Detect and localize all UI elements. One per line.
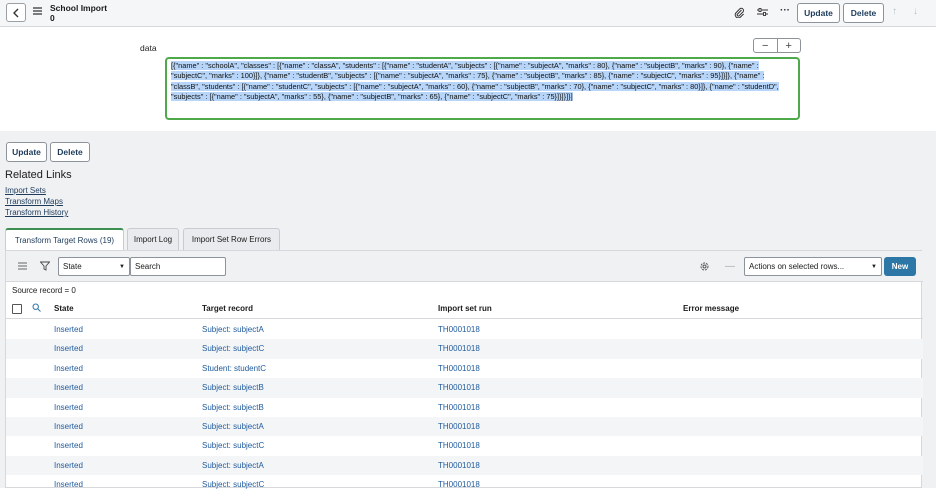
cell-target-record[interactable]: Subject: subjectC — [202, 344, 264, 353]
filter-breadcrumb[interactable]: Source record = 0 — [12, 286, 76, 295]
context-menu-icon[interactable] — [33, 7, 42, 17]
form-subtitle: 0 — [50, 13, 55, 23]
cell-target-record[interactable]: Subject: subjectC — [202, 441, 264, 450]
cell-import-set-run[interactable]: TH0001018 — [438, 441, 480, 450]
select-all-checkbox[interactable] — [12, 304, 22, 314]
cell-state[interactable]: Inserted — [54, 422, 83, 431]
header-update-button[interactable]: Update — [797, 3, 840, 23]
table-row: Inserted Subject: subjectC TH0001018 — [6, 475, 923, 494]
link-transform-history[interactable]: Transform History — [5, 208, 68, 217]
arrow-down-icon[interactable]: ↓ — [913, 6, 918, 17]
search-field-value: State — [63, 262, 82, 271]
related-links-title: Related Links — [5, 169, 72, 181]
search-placeholder: Search — [135, 262, 161, 271]
table-row: Inserted Subject: subjectC TH0001018 — [6, 436, 923, 455]
bottom-update-button[interactable]: Update — [6, 142, 47, 162]
table-row: Inserted Student: studentC TH0001018 — [6, 359, 923, 378]
cell-target-record[interactable]: Student: studentC — [202, 364, 266, 373]
cell-import-set-run[interactable]: TH0001018 — [438, 383, 480, 392]
table-row: Inserted Subject: subjectA TH0001018 — [6, 320, 923, 339]
cell-target-record[interactable]: Subject: subjectB — [202, 383, 264, 392]
form-body: data − + [{"name" : "schoolA", "classes"… — [0, 28, 936, 131]
bottom-delete-button[interactable]: Delete — [50, 142, 90, 162]
list-toolbar: State ▼ Search — Actions on selected row… — [6, 251, 923, 282]
cell-import-set-run[interactable]: TH0001018 — [438, 461, 480, 470]
cell-import-set-run[interactable]: TH0001018 — [438, 344, 480, 353]
textarea-size-controls: − + — [753, 38, 801, 53]
cell-import-set-run[interactable]: TH0001018 — [438, 364, 480, 373]
new-button[interactable]: New — [884, 257, 916, 276]
actions-select[interactable]: Actions on selected rows... ▼ — [744, 257, 882, 276]
table-row: Inserted Subject: subjectB TH0001018 — [6, 398, 923, 417]
shrink-textarea-button[interactable]: − — [754, 39, 778, 52]
chevron-down-icon: ▼ — [871, 263, 877, 270]
cell-target-record[interactable]: Subject: subjectB — [202, 403, 264, 412]
cell-state[interactable]: Inserted — [54, 383, 83, 392]
cell-target-record[interactable]: Subject: subjectA — [202, 422, 264, 431]
header-delete-button[interactable]: Delete — [843, 3, 884, 23]
cell-import-set-run[interactable]: TH0001018 — [438, 422, 480, 431]
form-header: School Import 0 ··· Update Delete ↑ ↓ — [0, 0, 936, 27]
search-input[interactable]: Search — [130, 257, 226, 276]
cell-state[interactable]: Inserted — [54, 364, 83, 373]
link-transform-maps[interactable]: Transform Maps — [5, 197, 63, 206]
attachment-icon[interactable] — [733, 6, 745, 18]
table-row: Inserted Subject: subjectA TH0001018 — [6, 455, 923, 476]
more-options-icon[interactable]: ··· — [779, 4, 791, 16]
table-header: State Target record Import set run Error… — [6, 299, 923, 319]
filter-icon[interactable] — [39, 261, 51, 273]
tab-import-set-row-errors[interactable]: Import Set Row Errors — [183, 228, 280, 250]
table-row: Inserted Subject: subjectA TH0001018 — [6, 417, 923, 437]
tab-import-log[interactable]: Import Log — [127, 228, 179, 250]
list-menu-icon[interactable] — [18, 262, 27, 272]
chevron-left-icon — [13, 8, 19, 17]
column-import-set-run[interactable]: Import set run — [438, 304, 492, 313]
cell-import-set-run[interactable]: TH0001018 — [438, 325, 480, 334]
cell-state[interactable]: Inserted — [54, 325, 83, 334]
cell-state[interactable]: Inserted — [54, 403, 83, 412]
data-field-label: data — [140, 43, 157, 53]
collapse-icon[interactable]: — — [725, 261, 735, 272]
link-import-sets[interactable]: Import Sets — [5, 186, 46, 195]
column-error-message[interactable]: Error message — [683, 304, 739, 313]
cell-state[interactable]: Inserted — [54, 344, 83, 353]
cell-target-record[interactable]: Subject: subjectA — [202, 461, 264, 470]
search-column-icon[interactable] — [32, 303, 41, 314]
arrow-up-icon[interactable]: ↑ — [892, 6, 897, 17]
table-row: Inserted Subject: subjectB TH0001018 — [6, 378, 923, 398]
gear-icon[interactable] — [699, 261, 710, 274]
table-row: Inserted Subject: subjectC TH0001018 — [6, 339, 923, 359]
cell-import-set-run[interactable]: TH0001018 — [438, 403, 480, 412]
form-title: School Import — [50, 3, 108, 13]
cell-state[interactable]: Inserted — [54, 441, 83, 450]
expand-textarea-button[interactable]: + — [778, 39, 801, 52]
search-field-select[interactable]: State ▼ — [58, 257, 130, 276]
actions-select-value: Actions on selected rows... — [749, 262, 845, 271]
column-state[interactable]: State — [54, 304, 74, 313]
tab-transform-target-rows[interactable]: Transform Target Rows (19) — [5, 228, 124, 251]
data-text-selection: [{"name" : "schoolA", "classes" : [{"nam… — [171, 61, 779, 102]
chevron-down-icon: ▼ — [119, 263, 125, 270]
back-button[interactable] — [6, 3, 26, 22]
cell-target-record[interactable]: Subject: subjectA — [202, 325, 264, 334]
column-target-record[interactable]: Target record — [202, 304, 253, 313]
cell-state[interactable]: Inserted — [54, 461, 83, 470]
related-list: State ▼ Search — Actions on selected row… — [5, 250, 923, 489]
settings-sliders-icon[interactable] — [756, 6, 768, 18]
data-textarea[interactable]: [{"name" : "schoolA", "classes" : [{"nam… — [165, 57, 800, 120]
